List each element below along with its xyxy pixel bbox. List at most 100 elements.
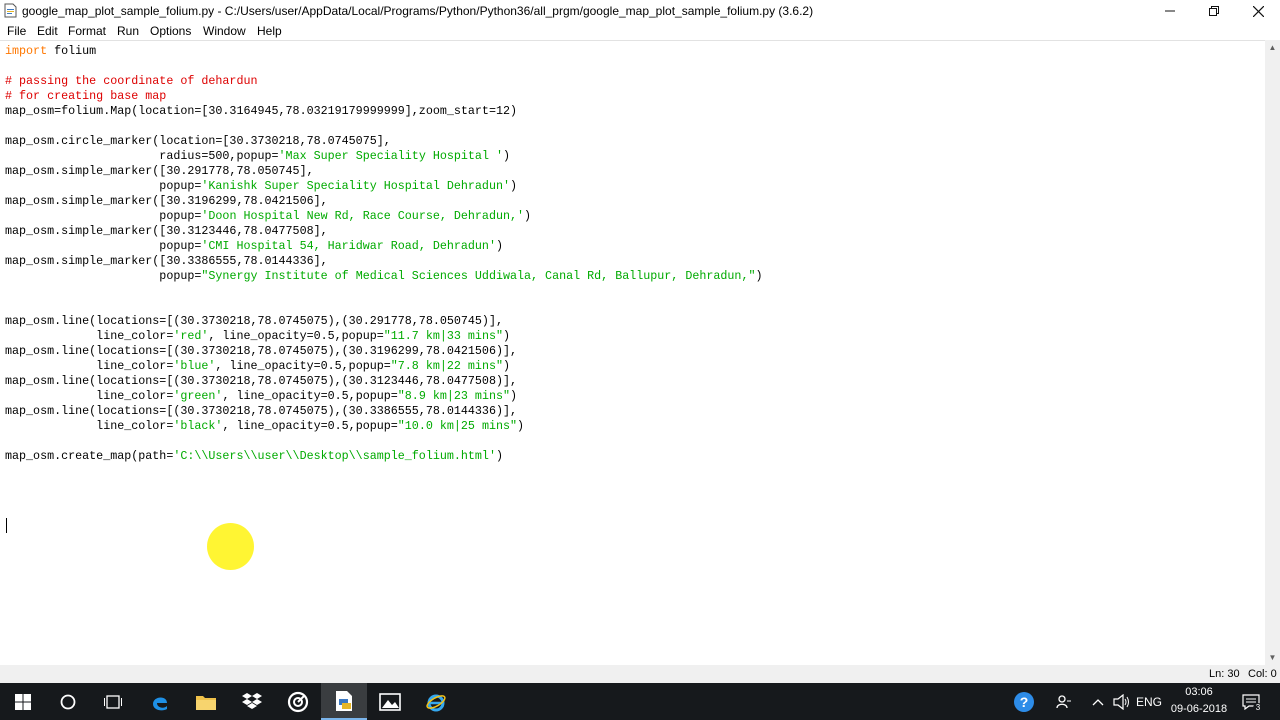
menu-window[interactable]: Window xyxy=(203,24,246,38)
code-string: 'blue' xyxy=(173,359,216,373)
code-token: map_osm.simple_marker([30.291778,78.0507… xyxy=(5,164,314,178)
vertical-scrollbar[interactable]: ▲ ▼ xyxy=(1265,40,1280,665)
action-center-button[interactable] xyxy=(1238,683,1264,720)
people-tray-button[interactable] xyxy=(1052,683,1076,720)
help-tray-button[interactable]: ? xyxy=(1010,683,1038,720)
chevron-up-icon xyxy=(1092,698,1104,705)
code-token: map_osm.circle_marker(location=[30.37302… xyxy=(5,134,391,148)
code-string: "Synergy Institute of Medical Sciences U… xyxy=(201,269,756,283)
close-button[interactable] xyxy=(1236,0,1280,22)
code-line: map_osm.circle_marker(location=[30.37302… xyxy=(5,134,762,149)
language-indicator[interactable]: ENG xyxy=(1136,683,1162,720)
file-explorer-taskbar-button[interactable] xyxy=(183,683,229,720)
restore-button[interactable] xyxy=(1192,0,1236,22)
code-token: line_color= xyxy=(5,329,174,343)
close-icon xyxy=(1252,5,1264,17)
code-line: line_color='red', line_opacity=0.5,popup… xyxy=(5,329,762,344)
code-token: ) xyxy=(502,329,510,343)
code-token: map_osm.line(locations=[(30.3730218,78.0… xyxy=(5,344,517,358)
python-file-icon xyxy=(336,690,352,711)
code-token: popup= xyxy=(5,239,202,253)
code-string: 'Doon Hospital New Rd, Race Course, Dehr… xyxy=(201,209,525,223)
code-token: ) xyxy=(510,179,518,193)
code-token: map_osm=folium.Map(location=[30.3164945,… xyxy=(5,104,517,118)
menu-run[interactable]: Run xyxy=(117,24,139,38)
internet-explorer-icon xyxy=(426,694,446,711)
circular-app-icon xyxy=(287,691,309,712)
dropbox-taskbar-button[interactable] xyxy=(229,683,275,720)
code-comment: # passing the coordinate of dehardun xyxy=(5,74,258,88)
code-string: 'Max Super Speciality Hospital ' xyxy=(278,149,503,163)
clock-date[interactable]: 09-06-2018 xyxy=(1170,703,1228,715)
edge-taskbar-button[interactable] xyxy=(137,683,183,720)
code-line: line_color='black', line_opacity=0.5,pop… xyxy=(5,419,762,434)
code-line: line_color='blue', line_opacity=0.5,popu… xyxy=(5,359,762,374)
menu-options[interactable]: Options xyxy=(150,24,191,38)
python-idle-taskbar-button[interactable] xyxy=(321,683,367,720)
code-line: popup='Kanishk Super Speciality Hospital… xyxy=(5,179,762,194)
restore-icon xyxy=(1209,6,1219,16)
mouse-cursor-highlight xyxy=(207,523,254,570)
clock-time[interactable]: 03:06 xyxy=(1184,686,1214,698)
windows-logo-icon xyxy=(15,693,31,710)
code-string: 'black' xyxy=(173,419,223,433)
menu-edit[interactable]: Edit xyxy=(37,24,58,38)
code-string: "7.8 km|22 mins" xyxy=(390,359,503,373)
scroll-up-arrow-icon[interactable]: ▲ xyxy=(1265,40,1280,55)
app-taskbar-button[interactable] xyxy=(275,683,321,720)
code-editor[interactable]: import folium # passing the coordinate of… xyxy=(0,40,1265,667)
code-token: ) xyxy=(495,239,503,253)
volume-tray-button[interactable] xyxy=(1111,683,1133,720)
code-line: map_osm.line(locations=[(30.3730218,78.0… xyxy=(5,344,762,359)
start-button[interactable] xyxy=(0,683,46,720)
text-caret xyxy=(6,518,7,533)
code-line: map_osm=folium.Map(location=[30.3164945,… xyxy=(5,104,762,119)
code-line: popup='CMI Hospital 54, Haridwar Road, D… xyxy=(5,239,762,254)
code-token: ) xyxy=(495,449,503,463)
code-token: map_osm.line(locations=[(30.3730218,78.0… xyxy=(5,374,517,388)
code-token: , line_opacity=0.5,popup= xyxy=(208,329,384,343)
code-token: ) xyxy=(502,359,510,373)
minimize-button[interactable] xyxy=(1148,0,1192,22)
code-string: 'CMI Hospital 54, Haridwar Road, Dehradu… xyxy=(201,239,496,253)
show-hidden-icons-button[interactable] xyxy=(1088,683,1108,720)
code-token: map_osm.create_map(path= xyxy=(5,449,174,463)
code-line: map_osm.simple_marker([30.3123446,78.047… xyxy=(5,224,762,239)
code-line: map_osm.simple_marker([30.291778,78.0507… xyxy=(5,164,762,179)
code-line: line_color='green', line_opacity=0.5,pop… xyxy=(5,389,762,404)
volume-icon xyxy=(1113,693,1129,710)
code-token: radius=500,popup= xyxy=(5,149,279,163)
menu-help[interactable]: Help xyxy=(257,24,282,38)
code-line: map_osm.create_map(path='C:\\Users\\user… xyxy=(5,449,762,464)
internet-explorer-taskbar-button[interactable] xyxy=(413,683,459,720)
minimize-icon xyxy=(1165,10,1175,12)
code-text: import folium # passing the coordinate of… xyxy=(5,44,762,494)
people-icon xyxy=(1056,694,1071,708)
photos-taskbar-button[interactable] xyxy=(367,683,413,720)
python-file-icon xyxy=(4,3,17,18)
cortana-button[interactable] xyxy=(45,683,91,720)
code-token: , line_opacity=0.5,popup= xyxy=(215,359,391,373)
code-token: map_osm.line(locations=[(30.3730218,78.0… xyxy=(5,404,517,418)
menu-format[interactable]: Format xyxy=(68,24,106,38)
code-string: "10.0 km|25 mins" xyxy=(397,419,518,433)
code-string: "11.7 km|33 mins" xyxy=(383,329,503,343)
task-view-icon xyxy=(104,694,122,709)
menu-file[interactable]: File xyxy=(7,24,26,38)
cortana-icon xyxy=(60,694,76,709)
task-view-button[interactable] xyxy=(90,683,136,720)
folder-icon xyxy=(196,695,216,710)
code-line: map_osm.simple_marker([30.3386555,78.014… xyxy=(5,254,762,269)
code-line: radius=500,popup='Max Super Speciality H… xyxy=(5,149,762,164)
code-token: , line_opacity=0.5,popup= xyxy=(222,389,398,403)
code-line: map_osm.simple_marker([30.3196299,78.042… xyxy=(5,194,762,209)
title-bar: google_map_plot_sample_folium.py - C:/Us… xyxy=(0,0,1280,22)
scroll-down-arrow-icon[interactable]: ▼ xyxy=(1265,650,1280,665)
code-line: popup='Doon Hospital New Rd, Race Course… xyxy=(5,209,762,224)
notification-count-badge: 3 xyxy=(1253,703,1263,713)
